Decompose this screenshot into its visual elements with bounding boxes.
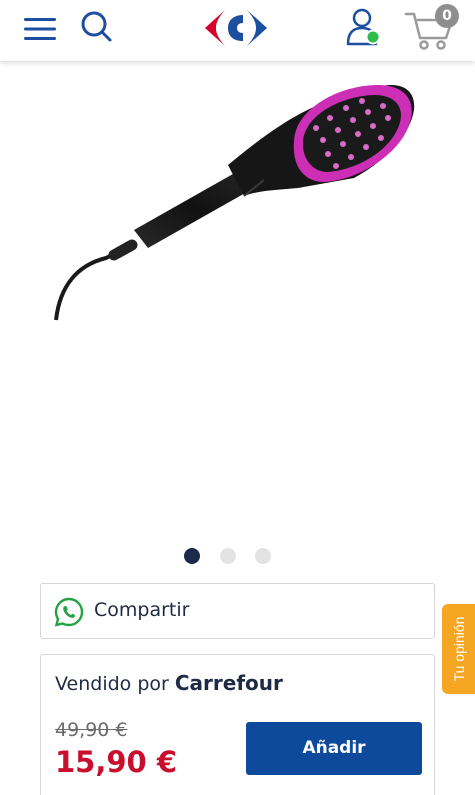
account-button[interactable] — [344, 6, 384, 48]
cart-count-badge: 0 — [435, 4, 459, 28]
feedback-label: Tu opinión — [450, 616, 467, 682]
search-button[interactable] — [78, 8, 114, 44]
sold-by-text: Vendido por Carrefour — [55, 671, 283, 695]
image-carousel-dots — [0, 546, 475, 566]
carousel-dot-2[interactable] — [220, 548, 236, 564]
add-to-cart-button[interactable]: Añadir — [246, 722, 422, 775]
share-button[interactable]: Compartir — [40, 583, 435, 639]
seller-name[interactable]: Carrefour — [175, 671, 283, 695]
top-header: 0 — [0, 0, 475, 61]
carousel-dot-1[interactable] — [184, 548, 200, 564]
search-icon — [81, 11, 112, 42]
share-label: Compartir — [94, 599, 190, 621]
offer-box: Vendido por Carrefour 49,90 € 15,90 € Añ… — [40, 654, 435, 795]
feedback-tab[interactable]: Tu opinión — [442, 604, 475, 694]
current-price: 15,90 € — [55, 745, 178, 779]
old-price: 49,90 € — [55, 719, 128, 741]
account-icon — [346, 8, 381, 46]
product-image[interactable] — [48, 70, 428, 330]
carrefour-logo[interactable] — [203, 6, 269, 50]
menu-icon — [24, 18, 56, 40]
whatsapp-icon — [54, 597, 84, 627]
menu-button[interactable] — [22, 14, 58, 44]
carousel-dot-3[interactable] — [255, 548, 271, 564]
sold-by-prefix: Vendido por — [55, 673, 169, 695]
cart-button[interactable]: 0 — [402, 4, 462, 52]
